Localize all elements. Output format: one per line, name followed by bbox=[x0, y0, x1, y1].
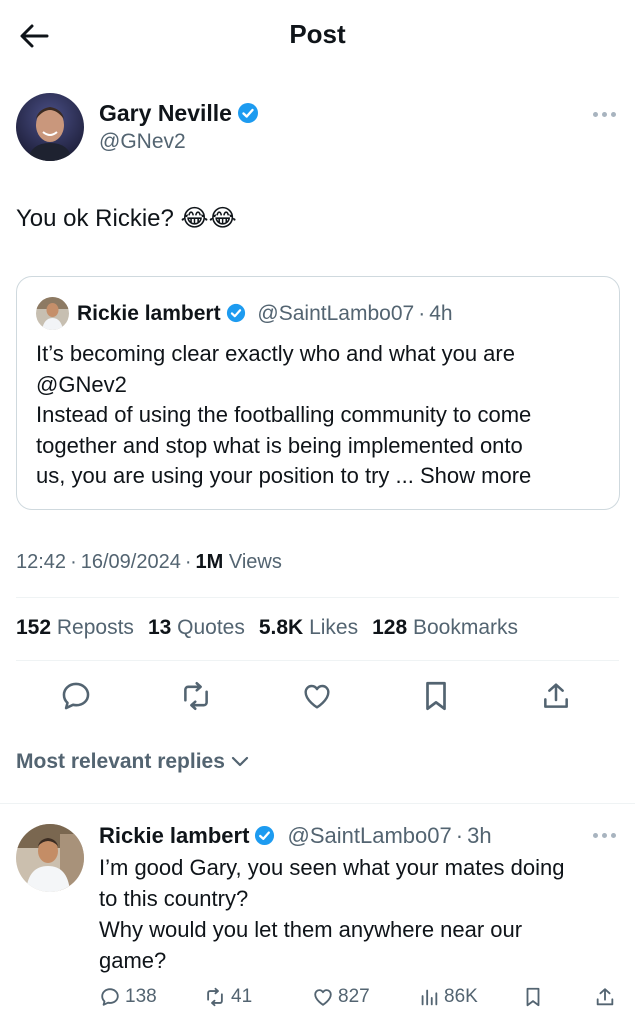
reply-author-name[interactable]: Rickie lambert bbox=[99, 823, 249, 848]
quote-line-text: us, you are using your position to try .… bbox=[36, 463, 414, 488]
share-button[interactable] bbox=[536, 676, 576, 716]
replies-sort[interactable]: Most relevant replies bbox=[16, 750, 249, 774]
replies-sort-label: Most relevant replies bbox=[16, 750, 225, 773]
like-icon bbox=[314, 989, 332, 1006]
divider bbox=[16, 597, 619, 598]
quote-line: together and stop what is being implemen… bbox=[36, 432, 523, 458]
bookmark-icon bbox=[526, 987, 540, 1007]
bookmark-icon bbox=[426, 681, 446, 711]
quote-header: Rickie lambert @SaintLambo07 · 4h bbox=[77, 301, 453, 327]
quote-avatar-image bbox=[36, 297, 69, 330]
reply-author-avatar[interactable] bbox=[16, 824, 84, 892]
divider bbox=[16, 660, 619, 661]
post-meta: 12:42 · 16/09/2024 · 1M Views bbox=[16, 551, 282, 574]
reply-author-handle[interactable]: @SaintLambo07 bbox=[288, 823, 452, 848]
quote-text: It’s becoming clear exactly who and what… bbox=[36, 339, 531, 492]
likes-stat[interactable]: 5.8K Likes bbox=[259, 616, 358, 640]
reply-line: I’m good Gary, you seen what your mates … bbox=[99, 855, 565, 880]
post-text: You ok Rickie? 😂😂 bbox=[16, 205, 237, 232]
views-icon bbox=[421, 989, 438, 1006]
reply-more-icon[interactable] bbox=[593, 833, 616, 838]
quote-author-handle: @SaintLambo07 bbox=[257, 302, 415, 325]
author-name-row[interactable]: Gary Neville bbox=[99, 99, 259, 127]
quotes-stat[interactable]: 13 Quotes bbox=[148, 616, 245, 640]
quote-author-name: Rickie lambert bbox=[77, 302, 221, 325]
author-handle[interactable]: @GNev2 bbox=[99, 130, 186, 154]
quote-author-avatar bbox=[36, 297, 69, 330]
divider bbox=[0, 803, 635, 804]
meta-separator: · bbox=[184, 551, 192, 573]
quote-time: 4h bbox=[429, 302, 453, 325]
verified-icon bbox=[255, 825, 275, 846]
reply-avatar-image bbox=[16, 824, 84, 892]
reply-replies-count: 138 bbox=[125, 986, 157, 1007]
avatar-image bbox=[16, 93, 84, 161]
like-button[interactable] bbox=[297, 676, 337, 716]
views-label: Views bbox=[228, 551, 282, 573]
reply-line: game? bbox=[99, 948, 167, 973]
post-date: 16/09/2024 bbox=[80, 551, 181, 573]
quote-line: @GNev2 bbox=[36, 371, 127, 397]
post-time: 12:42 bbox=[16, 551, 67, 573]
reply-like-button[interactable]: 827 bbox=[312, 986, 370, 1008]
author-name: Gary Neville bbox=[99, 100, 232, 126]
like-icon bbox=[304, 684, 330, 709]
verified-icon bbox=[226, 303, 245, 323]
bookmark-button[interactable] bbox=[416, 676, 456, 716]
reply-bookmark-button[interactable] bbox=[523, 986, 543, 1008]
reply-repost-button[interactable]: 41 bbox=[203, 986, 252, 1008]
quote-line: us, you are using your position to try .… bbox=[36, 461, 531, 492]
reply-share-button[interactable] bbox=[594, 986, 616, 1008]
reply-icon bbox=[101, 988, 119, 1006]
reply-line: to this country? bbox=[99, 886, 249, 911]
bookmarks-stat[interactable]: 128 Bookmarks bbox=[372, 616, 518, 640]
reply-icon bbox=[62, 682, 90, 710]
reposts-stat[interactable]: 152 Reposts bbox=[16, 616, 134, 640]
reply-line: Why would you let them anywhere near our bbox=[99, 917, 523, 942]
reply-reposts-count: 41 bbox=[231, 986, 253, 1007]
repost-icon bbox=[207, 987, 223, 1007]
reply-text: I’m good Gary, you seen what your mates … bbox=[99, 852, 565, 976]
share-icon bbox=[596, 988, 614, 1006]
reply-likes-count: 827 bbox=[338, 986, 370, 1007]
reply-views-count: 86K bbox=[444, 986, 478, 1007]
top-bar: Post bbox=[0, 0, 635, 70]
quote-line: It’s becoming clear exactly who and what… bbox=[36, 341, 515, 366]
more-icon[interactable] bbox=[593, 112, 616, 117]
show-more-link[interactable]: Show more bbox=[420, 463, 531, 488]
chevron-down-icon bbox=[231, 756, 249, 767]
meta-separator: · bbox=[70, 551, 77, 573]
repost-icon bbox=[184, 681, 208, 711]
quote-separator: · bbox=[418, 302, 426, 325]
quote-line: Instead of using the footballing communi… bbox=[36, 402, 532, 427]
views-count: 1M bbox=[195, 551, 224, 573]
reply-replies-button[interactable]: 138 bbox=[99, 986, 157, 1008]
post-stats: 152 Reposts 13 Quotes 5.8K Likes 128 Boo… bbox=[16, 616, 518, 640]
author-avatar[interactable] bbox=[16, 93, 84, 161]
reply-time: 3h bbox=[467, 823, 492, 848]
reply-header: Rickie lambert @SaintLambo07 · 3h bbox=[99, 822, 492, 850]
reply-views-button[interactable]: 86K bbox=[418, 986, 478, 1008]
share-icon bbox=[544, 683, 568, 708]
verified-icon bbox=[237, 103, 258, 123]
reply-separator: · bbox=[455, 823, 464, 848]
page-title: Post bbox=[289, 19, 346, 49]
reply-button[interactable] bbox=[56, 676, 96, 716]
repost-button[interactable] bbox=[176, 676, 216, 716]
quoted-post[interactable]: Rickie lambert @SaintLambo07 · 4h It’s bec… bbox=[16, 276, 620, 510]
